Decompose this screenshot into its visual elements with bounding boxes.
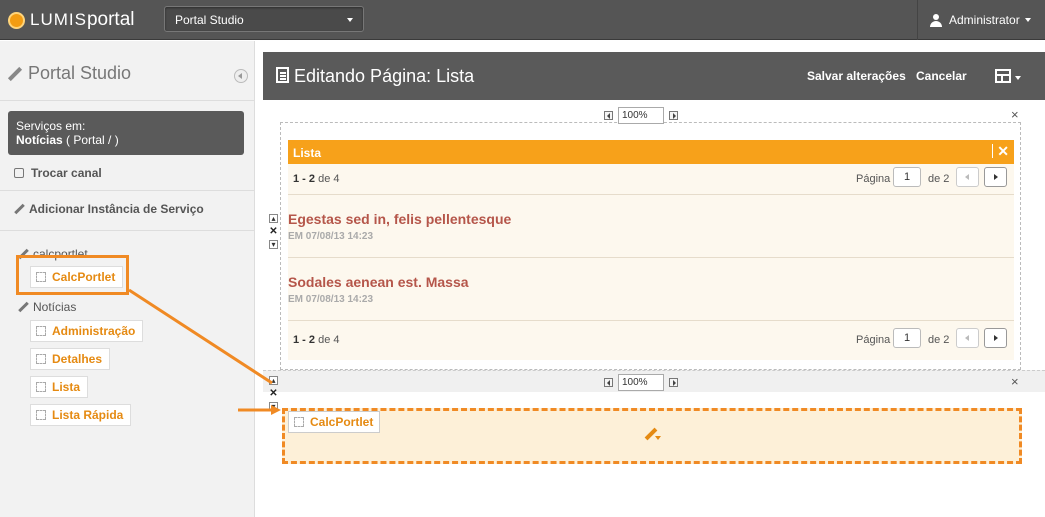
logo-icon	[8, 11, 25, 29]
close-portlet-button[interactable]: ✕	[992, 144, 1009, 158]
zoom-out-button[interactable]	[604, 377, 613, 387]
pager-page-label: Página	[856, 334, 891, 346]
pager-page-label: Página	[856, 173, 891, 185]
drag-handle-icon	[36, 354, 46, 364]
add-service-instance-link[interactable]: Adicionar Instância de Serviço	[14, 202, 204, 216]
switch-channel-link[interactable]: Trocar canal	[14, 166, 102, 180]
portlet-header[interactable]: Lista ✕	[288, 140, 1014, 164]
drag-handle-icon	[36, 382, 46, 392]
news-item-title[interactable]: Sodales aenean est. Massa	[288, 274, 469, 290]
drag-handle-icon	[36, 326, 46, 336]
zoom-in-button[interactable]	[669, 110, 678, 120]
chip-label: Detalhes	[52, 352, 103, 366]
pager-total: de 2	[928, 334, 950, 346]
page-title: Editando Página: Lista	[294, 66, 475, 86]
close-area-button[interactable]: ×	[1011, 108, 1019, 121]
portlet-chip-administracao[interactable]: Administração	[30, 320, 144, 342]
pager-next-button[interactable]	[984, 167, 1007, 187]
zoom-input[interactable]: 100%	[618, 106, 664, 124]
drag-source-highlight	[16, 255, 129, 295]
divider	[288, 194, 1014, 195]
tree-group-label: Notícias	[33, 300, 77, 314]
collapse-sidebar-button[interactable]	[234, 69, 248, 83]
wrench-add-icon	[14, 204, 24, 214]
chip-label: Administração	[52, 324, 136, 338]
services-box: Serviços em: Notícias ( Portal / )	[8, 111, 244, 155]
lumis-logo[interactable]: LUMISportal	[8, 9, 135, 30]
row-handles-bottom: ▴ ✕ ▾	[268, 376, 279, 415]
portlet-title: Lista	[293, 146, 322, 160]
divider	[0, 100, 255, 101]
divider	[288, 257, 1014, 258]
channel-select[interactable]: Portal Studio	[164, 6, 364, 32]
pager-prev-button[interactable]	[956, 167, 979, 187]
drag-handle-icon	[36, 410, 46, 420]
portlet-chip-detalhes[interactable]: Detalhes	[30, 348, 111, 370]
remove-row-button[interactable]: ✕	[269, 389, 277, 399]
top-bar: LUMISportal Portal Studio Administrator	[0, 0, 1045, 40]
pager-page-input[interactable]: 1	[893, 328, 921, 348]
move-up-button[interactable]: ▴	[269, 376, 278, 385]
services-value: Notícias ( Portal / )	[16, 133, 119, 147]
divider	[0, 230, 255, 231]
user-icon	[930, 13, 942, 27]
services-label: Serviços em:	[16, 119, 86, 133]
pager-range: 1 - 2 de 4	[293, 173, 340, 185]
add-service-instance-label: Adicionar Instância de Serviço	[29, 202, 204, 216]
pager-total: de 2	[928, 173, 950, 185]
drag-handle-icon	[294, 417, 304, 427]
pager-next-button[interactable]	[984, 328, 1007, 348]
move-down-button[interactable]: ▾	[269, 240, 278, 249]
chevron-down-icon	[347, 18, 353, 22]
layout-icon[interactable]	[995, 69, 1011, 83]
move-down-button[interactable]: ▾	[269, 402, 278, 411]
user-menu[interactable]: Administrator	[917, 0, 1045, 40]
cancel-button[interactable]: Cancelar	[916, 69, 967, 83]
zoom-input[interactable]: 100%	[618, 373, 664, 391]
pager-top: 1 - 2 de 4 Página 1 de 2	[288, 164, 1014, 194]
news-item-date: EM 07/08/13 14:23	[288, 231, 374, 242]
news-item-title[interactable]: Egestas sed in, felis pellentesque	[288, 211, 511, 227]
logo-text: LUMISportal	[30, 9, 135, 30]
zoom-control-top: 100%	[604, 105, 678, 125]
editor-header: Editando Página: Lista Salvar alterações…	[263, 52, 1045, 100]
tree-group-noticias[interactable]: Notícias	[18, 300, 76, 314]
pencil-icon	[8, 67, 22, 81]
portlet-lista: Lista ✕ 1 - 2 de 4 Página 1 de 2 Egestas…	[288, 140, 1014, 360]
portlet-chip-lista[interactable]: Lista	[30, 376, 89, 398]
wrench-icon	[644, 428, 661, 442]
zoom-in-button[interactable]	[669, 377, 678, 387]
row-handles-top: ▴ ✕ ▾	[268, 214, 279, 253]
pager-page-input[interactable]: 1	[893, 167, 921, 187]
move-up-button[interactable]: ▴	[269, 214, 278, 223]
pager-range: 1 - 2 de 4	[293, 334, 340, 346]
chip-label: Lista Rápida	[52, 408, 124, 422]
news-item-date: EM 07/08/13 14:23	[288, 294, 374, 305]
pager-prev-button[interactable]	[956, 328, 979, 348]
sidebar-title: Portal Studio	[8, 63, 131, 84]
portlet-chip-lista-rapida[interactable]: Lista Rápida	[30, 404, 132, 426]
page-icon	[276, 67, 289, 83]
wrench-icon	[18, 302, 28, 312]
channel-icon	[14, 168, 24, 178]
dragged-portlet-chip[interactable]: CalcPortlet	[288, 411, 381, 433]
chevron-down-icon[interactable]	[1015, 76, 1021, 80]
user-name: Administrator	[949, 13, 1020, 27]
zoom-control-bottom: 100%	[604, 372, 678, 392]
remove-row-button[interactable]: ✕	[269, 227, 277, 237]
chevron-down-icon	[1024, 18, 1031, 22]
save-changes-button[interactable]: Salvar alterações	[807, 69, 906, 83]
divider	[0, 190, 255, 191]
zoom-out-button[interactable]	[604, 110, 613, 120]
switch-channel-label: Trocar canal	[31, 166, 102, 180]
pager-bottom: 1 - 2 de 4 Página 1 de 2	[288, 325, 1014, 355]
close-area-button[interactable]: ×	[1011, 375, 1019, 388]
sidebar-title-text: Portal Studio	[28, 63, 132, 83]
divider	[288, 320, 1014, 321]
channel-select-value: Portal Studio	[175, 13, 244, 27]
chip-label: Lista	[52, 380, 81, 394]
chip-label: CalcPortlet	[310, 415, 374, 429]
